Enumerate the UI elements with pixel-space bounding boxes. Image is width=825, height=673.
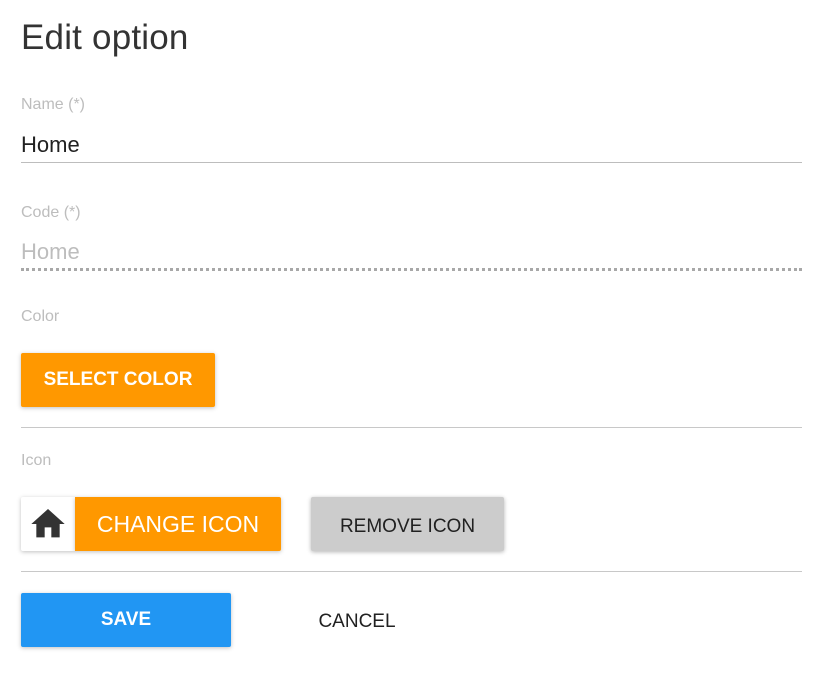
edit-option-dialog: Edit option Name (*) Code (*) Color SELE… — [0, 0, 825, 673]
name-input[interactable] — [21, 128, 802, 163]
page-title: Edit option — [21, 18, 189, 57]
divider — [21, 427, 802, 428]
cancel-button[interactable]: CANCEL — [261, 593, 453, 651]
color-field-label: Color — [21, 308, 60, 325]
divider — [21, 571, 802, 572]
select-color-button[interactable]: SELECT COLOR — [21, 353, 215, 407]
code-input — [21, 236, 802, 271]
code-field-label: Code (*) — [21, 204, 81, 221]
save-button[interactable]: SAVE — [21, 593, 231, 647]
change-icon-button[interactable]: CHANGE ICON — [75, 497, 281, 551]
current-icon-preview — [21, 497, 75, 551]
name-field-label: Name (*) — [21, 96, 86, 113]
icon-field-label: Icon — [21, 452, 52, 469]
home-icon — [31, 509, 65, 538]
remove-icon-button[interactable]: REMOVE ICON — [311, 497, 504, 551]
